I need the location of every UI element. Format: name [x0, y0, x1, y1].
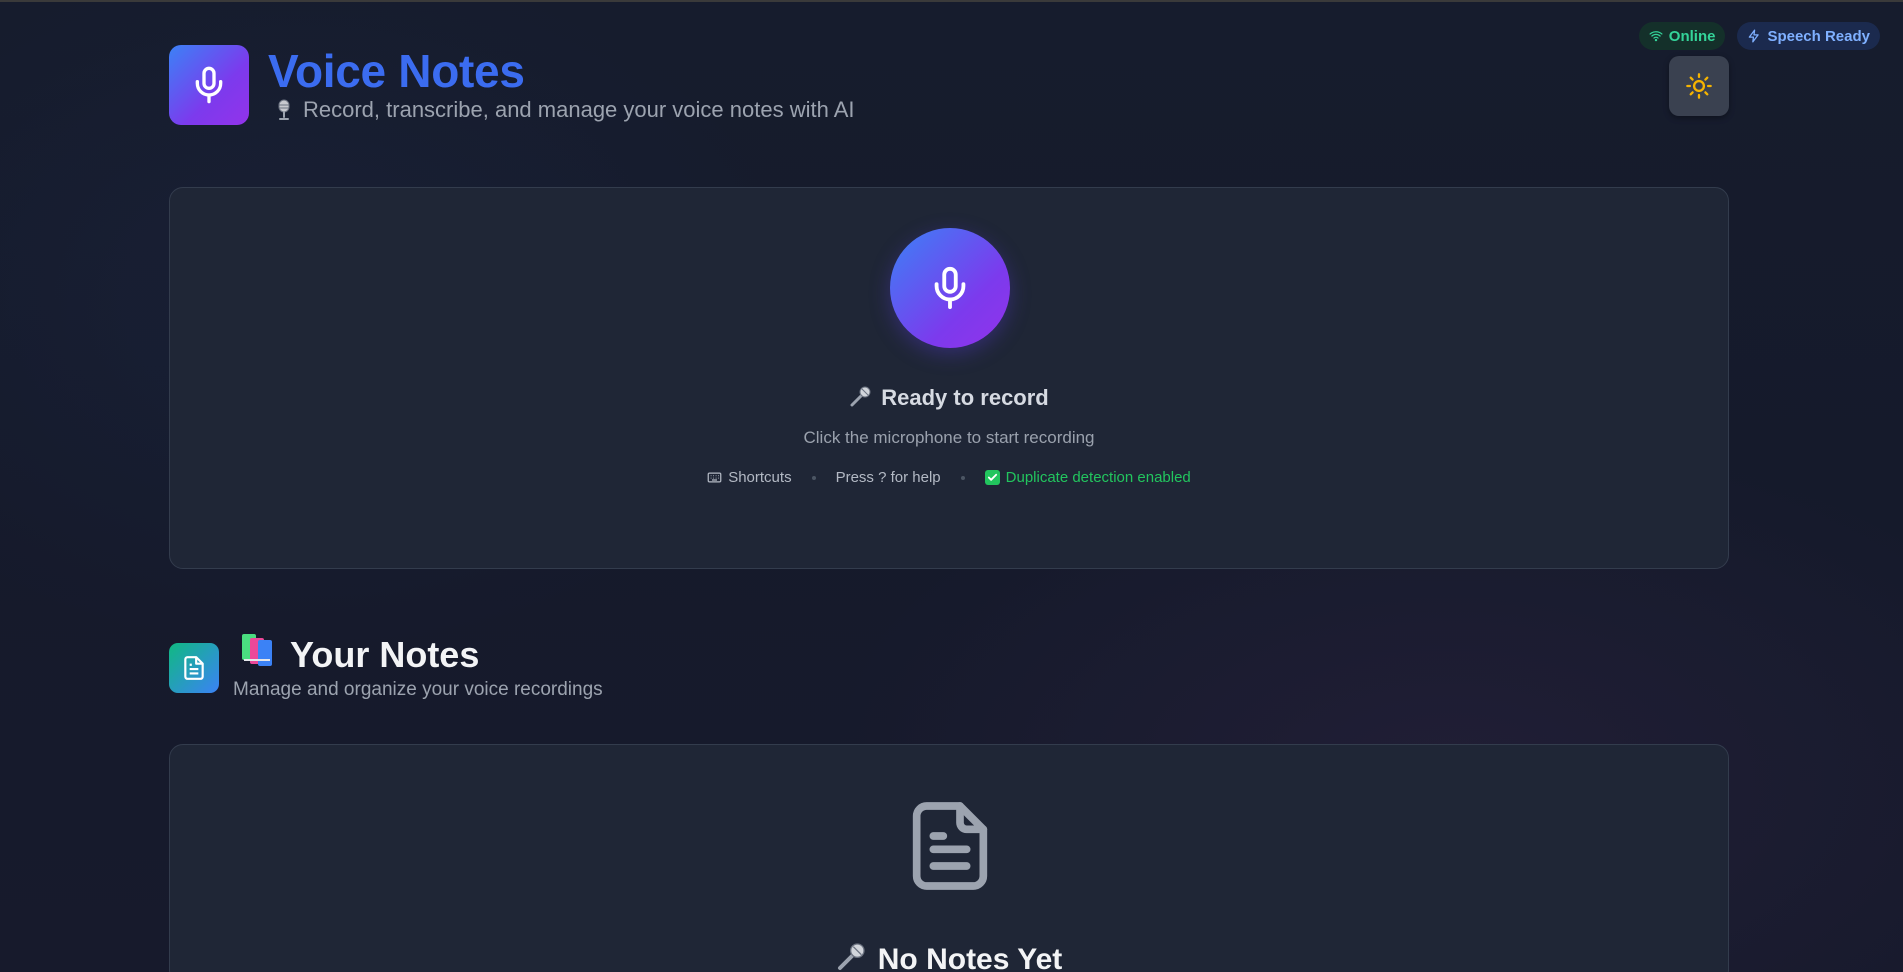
- separator-dot: [960, 475, 965, 480]
- notes-title-text: Your Notes: [290, 633, 480, 675]
- notes-section-subtitle: Manage and organize your voice recording…: [233, 679, 603, 700]
- microphone-icon: [195, 66, 223, 104]
- recorder-meta: Shortcuts Press ? for help Duplicate det…: [170, 469, 1728, 486]
- recorder-status-text: Ready to record: [881, 385, 1049, 410]
- document-icon: [912, 802, 988, 890]
- wifi-icon: [1649, 31, 1663, 42]
- help-hint: Press ? for help: [835, 469, 941, 486]
- microphone-emoji-icon: [849, 384, 873, 414]
- notes-list-panel: No Notes Yet: [169, 744, 1729, 972]
- empty-state-text: No Notes Yet: [877, 943, 1063, 972]
- notes-section-title: Your Notes: [238, 632, 479, 677]
- page-subtitle-text: Record, transcribe, and manage your voic…: [303, 97, 855, 122]
- status-bar: Online Speech Ready: [1638, 22, 1880, 50]
- keyboard-icon: [707, 472, 722, 483]
- recorder-panel: Ready to record Click the microphone to …: [169, 187, 1729, 569]
- recorder-hint: Click the microphone to start recording: [803, 428, 1095, 447]
- document-icon: [184, 656, 204, 680]
- page-subtitle: Record, transcribe, and manage your voic…: [275, 97, 855, 123]
- shortcuts-link[interactable]: Shortcuts: [707, 469, 792, 486]
- lightning-icon: [1749, 29, 1760, 43]
- page-title: Voice Notes: [268, 45, 525, 97]
- books-icon: [238, 632, 278, 677]
- separator-dot: [811, 475, 816, 480]
- sun-icon: [1686, 73, 1712, 99]
- window-top-border: [0, 0, 1903, 2]
- record-button[interactable]: [890, 228, 1010, 348]
- recorder-status: Ready to record: [170, 384, 1728, 414]
- shortcuts-label: Shortcuts: [728, 469, 792, 486]
- notes-section-icon: [169, 643, 219, 693]
- duplicate-detection-label: Duplicate detection enabled: [1005, 469, 1191, 486]
- speech-status-badge: Speech Ready: [1737, 22, 1880, 50]
- studio-microphone-icon: [278, 99, 290, 120]
- empty-state-title: No Notes Yet: [170, 940, 1728, 972]
- online-status-badge: Online: [1638, 22, 1726, 50]
- microphone-emoji-icon: [836, 940, 868, 972]
- microphone-icon: [934, 266, 966, 310]
- theme-toggle-button[interactable]: [1669, 56, 1729, 116]
- app-logo: [169, 45, 249, 125]
- duplicate-detection-status: Duplicate detection enabled: [984, 469, 1191, 486]
- check-icon: [984, 470, 1000, 485]
- online-status-label: Online: [1668, 27, 1716, 45]
- speech-status-label: Speech Ready: [1767, 27, 1870, 45]
